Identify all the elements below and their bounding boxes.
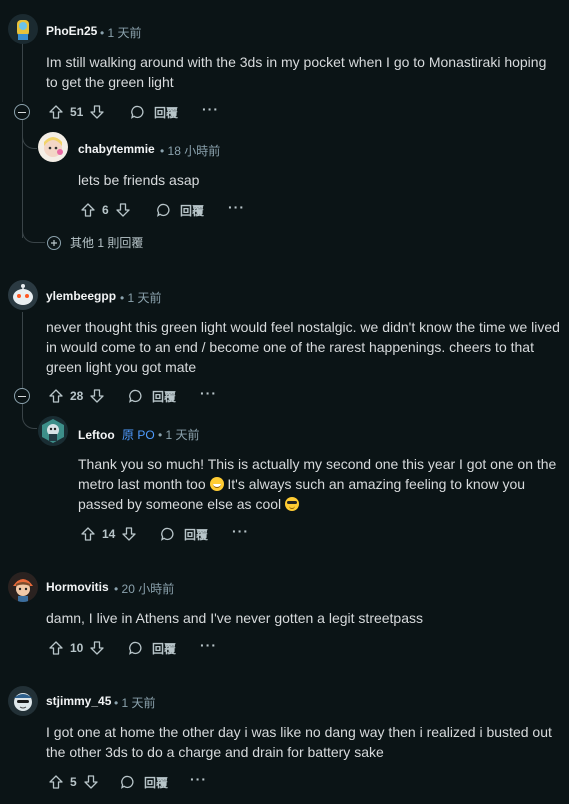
vote-control: 5 [46,772,101,792]
comment-author[interactable]: Leftoo 原 PO [78,426,155,443]
comment-bubble-icon [158,524,178,544]
comment-body: Im still walking around with the 3ds in … [46,54,547,90]
comment-author[interactable]: ylembeegpp [46,289,116,303]
collapse-thread-button[interactable] [14,104,30,120]
op-badge: 原 PO [122,428,155,442]
vote-control: 14 [78,524,139,544]
upvote-icon[interactable] [46,772,66,792]
downvote-icon[interactable] [87,638,107,658]
upvote-icon[interactable] [78,524,98,544]
vote-count: 5 [70,775,77,789]
thread-line [22,42,23,102]
comment-bubble-icon [128,102,148,122]
comment-time: • 1 天前 [114,696,156,710]
comment-time: • 1 天前 [158,428,200,442]
more-options-button[interactable]: ··· [190,771,207,787]
avatar[interactable] [38,132,68,162]
comment-time: • 1 天前 [100,26,142,40]
more-replies-connector [22,226,45,243]
reply-button[interactable]: 回覆 [158,524,208,544]
upvote-icon[interactable] [46,102,66,122]
vote-count: 10 [70,641,84,655]
reply-label: 回覆 [180,203,205,218]
comment-bubble-icon [126,386,146,406]
comment-body: I got one at home the other day i was li… [46,724,552,760]
avatar[interactable] [8,14,38,44]
sunglasses-face-icon [285,497,300,511]
comment-bubble-icon [118,772,138,792]
more-options-button[interactable]: ··· [200,637,217,653]
upvote-icon[interactable] [78,200,98,220]
collapse-thread-button[interactable] [14,388,30,404]
comment-author[interactable]: Hormovitis [46,580,109,594]
reply-button[interactable]: 回覆 [118,772,168,792]
more-replies-label: 其他 1 則回覆 [70,236,144,250]
reply-connector [22,132,37,149]
comment-body: damn, I live in Athens and I've never go… [46,610,424,626]
reply-button[interactable]: 回覆 [126,638,176,658]
reply-label: 回覆 [144,775,169,790]
author-name[interactable]: Leftoo [78,428,115,442]
vote-count: 51 [70,105,84,119]
more-replies-link[interactable]: 其他 1 則回覆 [46,234,143,251]
reply-label: 回覆 [152,641,177,656]
reply-button[interactable]: 回覆 [154,200,204,220]
vote-count: 28 [70,389,84,403]
reply-connector [22,404,37,429]
avatar[interactable] [38,416,68,446]
comment-time: • 20 小時前 [114,582,175,596]
vote-control: 51 [46,102,107,122]
more-options-button[interactable]: ··· [200,385,217,401]
vote-count: 14 [102,527,116,541]
vote-control: 28 [46,386,107,406]
reply-label: 回覆 [154,105,179,120]
downvote-icon[interactable] [113,200,133,220]
vote-control: 6 [78,200,133,220]
vote-count: 6 [102,203,109,217]
comment-author[interactable]: PhoEn25 [46,24,97,38]
grinning-face-icon [209,477,224,491]
comment-body: Thank you so much! This is actually my s… [78,454,558,514]
comment-bubble-icon [154,200,174,220]
avatar[interactable] [8,280,38,310]
more-options-button[interactable]: ··· [228,199,245,215]
avatar[interactable] [8,686,38,716]
comment-author[interactable]: stjimmy_45 [46,694,111,708]
reply-label: 回覆 [184,527,209,542]
downvote-icon[interactable] [87,102,107,122]
upvote-icon[interactable] [46,638,66,658]
comment-time: • 18 小時前 [160,144,221,158]
reply-button[interactable]: 回覆 [128,102,178,122]
more-options-button[interactable]: ··· [232,523,249,539]
reply-label: 回覆 [152,389,177,404]
thread-line [22,312,23,388]
upvote-icon[interactable] [46,386,66,406]
downvote-icon[interactable] [119,524,139,544]
avatar[interactable] [8,572,38,602]
downvote-icon[interactable] [87,386,107,406]
comment-body: lets be friends asap [78,172,200,188]
more-options-button[interactable]: ··· [202,101,219,117]
vote-control: 10 [46,638,107,658]
comment-bubble-icon [126,638,146,658]
comment-body: never thought this green light would fee… [46,319,560,375]
reply-button[interactable]: 回覆 [126,386,176,406]
downvote-icon[interactable] [81,772,101,792]
plus-circle-icon [46,235,62,251]
comment-author[interactable]: chabytemmie [78,142,155,156]
comment-time: • 1 天前 [120,291,162,305]
